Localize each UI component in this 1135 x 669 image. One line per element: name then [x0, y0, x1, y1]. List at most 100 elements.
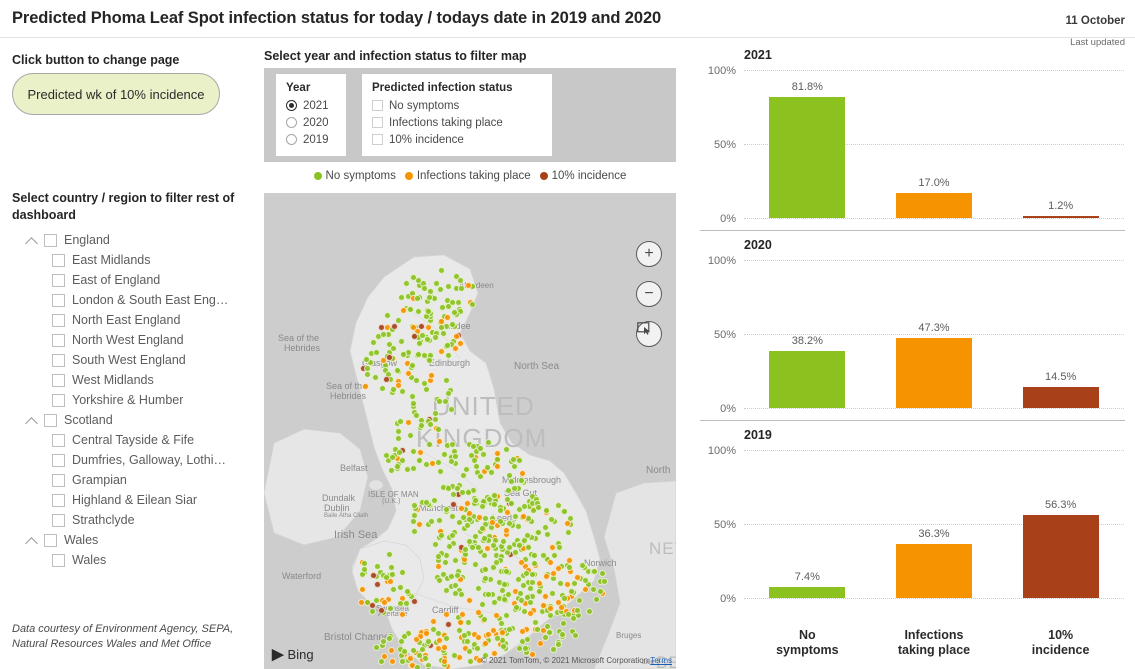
year-option[interactable]: 2019: [276, 131, 346, 148]
y-axis-tick: 100%: [707, 255, 736, 267]
chart-bar[interactable]: 81.8%: [769, 81, 846, 218]
region-tree-row[interactable]: South West England: [12, 350, 256, 370]
chart-panel: 2020 0% 50% 100% 38.2% 47.3% 14.5%: [682, 230, 1135, 420]
map-place-label: Sea of the: [278, 333, 320, 343]
left-filter-column: Click button to change page Predicted wk…: [0, 40, 258, 669]
chart-title: 2020: [744, 238, 772, 252]
map-place-label: (U.K.): [382, 498, 401, 505]
chart-bar[interactable]: 17.0%: [896, 177, 972, 218]
status-checkbox[interactable]: [372, 134, 383, 145]
chart-title: 2021: [744, 48, 772, 62]
chart-bar[interactable]: 47.3%: [896, 322, 972, 408]
region-checkbox[interactable]: [52, 493, 65, 507]
chart-bar[interactable]: 1.2%: [1022, 200, 1099, 218]
region-checkbox[interactable]: [52, 353, 65, 367]
region-tree-row[interactable]: Central Tayside & Fife: [12, 430, 256, 450]
legend-item[interactable]: No symptoms: [313, 170, 396, 182]
map-place-label: Hebrides: [284, 343, 321, 353]
legend-item[interactable]: 10% incidence: [539, 170, 627, 182]
region-checkbox[interactable]: [44, 533, 57, 547]
map-place-label: Dublin: [324, 503, 350, 513]
change-page-button[interactable]: Predicted wk of 10% incidence: [12, 73, 220, 115]
map-terms-link[interactable]: Terms: [650, 656, 672, 665]
region-label: South West England: [72, 353, 186, 367]
region-checkbox[interactable]: [52, 453, 65, 467]
region-tree-row[interactable]: Highland & Eilean Siar: [12, 490, 256, 510]
region-checkbox[interactable]: [52, 553, 65, 567]
status-option-label: Infections taking place: [389, 116, 503, 129]
region-tree-row[interactable]: London & South East Eng…: [12, 290, 256, 310]
year-radio[interactable]: [286, 134, 297, 145]
year-option[interactable]: 2021: [276, 97, 346, 114]
region-checkbox[interactable]: [52, 333, 65, 347]
region-checkbox[interactable]: [52, 373, 65, 387]
last-updated-date: 11 October: [1065, 15, 1125, 27]
chart-bar[interactable]: 38.2%: [769, 335, 846, 408]
status-option[interactable]: 10% incidence: [362, 131, 552, 148]
chart-gridline: 100%: [708, 255, 1124, 267]
status-option-list: No symptoms Infections taking place 10% in…: [362, 97, 552, 148]
region-checkbox[interactable]: [52, 293, 65, 307]
zoom-in-icon[interactable]: +: [636, 241, 662, 267]
region-tree-row[interactable]: East of England: [12, 270, 256, 290]
chart-gridline: 100%: [708, 445, 1124, 457]
region-label: Dumfries, Galloway, Lothi…: [72, 453, 226, 467]
status-checkbox[interactable]: [372, 100, 383, 111]
year-option[interactable]: 2020: [276, 114, 346, 131]
region-tree-heading: Select country / region to filter rest o…: [12, 191, 235, 222]
region-checkbox[interactable]: [52, 273, 65, 287]
region-tree-row[interactable]: North West England: [12, 330, 256, 350]
y-axis-tick: 0%: [720, 593, 736, 605]
region-tree-row[interactable]: Yorkshire & Humber: [12, 390, 256, 410]
region-checkbox[interactable]: [52, 473, 65, 487]
status-option[interactable]: No symptoms: [362, 97, 552, 114]
region-checkbox[interactable]: [52, 313, 65, 327]
region-tree-row[interactable]: Grampian: [12, 470, 256, 490]
chevron-up-icon[interactable]: [24, 532, 40, 548]
chart-bar[interactable]: 7.4%: [769, 571, 846, 598]
region-tree-row[interactable]: East Midlands: [12, 250, 256, 270]
map-place-label: Irish Sea: [334, 529, 378, 541]
legend-label: No symptoms: [325, 170, 396, 182]
map-place-label: North Sea: [514, 361, 560, 372]
region-tree-row[interactable]: Wales: [12, 550, 256, 570]
region-tree-row[interactable]: West Midlands: [12, 370, 256, 390]
select-tool-icon[interactable]: [636, 321, 662, 347]
year-radio[interactable]: [286, 100, 297, 111]
map-place-label: Baile Átha Cliath: [324, 513, 369, 519]
chart-bar[interactable]: 36.3%: [896, 528, 972, 598]
legend-item[interactable]: Infections taking place: [404, 170, 531, 182]
chart-bar[interactable]: 56.3%: [1022, 499, 1099, 598]
status-option[interactable]: Infections taking place: [362, 114, 552, 131]
region-tree-row[interactable]: Scotland: [12, 410, 256, 430]
chevron-up-icon[interactable]: [24, 412, 40, 428]
map-legend: No symptoms Infections taking place 10% in…: [264, 170, 676, 182]
chart-gridline: 0%: [720, 403, 1124, 415]
status-checkbox[interactable]: [372, 117, 383, 128]
region-checkbox[interactable]: [52, 433, 65, 447]
region-tree-row[interactable]: England: [12, 230, 256, 250]
region-checkbox[interactable]: [44, 413, 57, 427]
bing-wordmark: Bing: [287, 646, 314, 662]
chart-bar-value: 14.5%: [1045, 370, 1077, 383]
zoom-out-icon[interactable]: −: [636, 281, 662, 307]
year-radio[interactable]: [286, 117, 297, 128]
region-tree-row[interactable]: North East England: [12, 310, 256, 330]
region-checkbox[interactable]: [44, 233, 57, 247]
chart-bar[interactable]: 14.5%: [1022, 371, 1099, 408]
region-label: Scotland: [64, 413, 113, 427]
map-place-label: Waterford: [282, 571, 322, 581]
region-checkbox[interactable]: [52, 513, 65, 527]
chart-plot-area: 0% 50% 100% 81.8% 17.0% 1.2%: [708, 65, 1124, 225]
region-checkbox[interactable]: [52, 253, 65, 267]
region-checkbox[interactable]: [52, 393, 65, 407]
chevron-up-icon[interactable]: [24, 232, 40, 248]
map-filter-panel: Year 2021 2020 2019 Predicted infection st…: [264, 68, 676, 162]
region-tree-row[interactable]: Dumfries, Galloway, Lothi…: [12, 450, 256, 470]
legend-label: 10% incidence: [551, 170, 627, 182]
region-tree-row[interactable]: Wales: [12, 530, 256, 550]
chart-separator: [700, 420, 1125, 421]
region-tree-row[interactable]: Strathclyde: [12, 510, 256, 530]
year-option-label: 2019: [303, 133, 329, 146]
infection-map[interactable]: Sea of the Hebrides Sea of the Hebrides Glas…: [264, 193, 676, 669]
